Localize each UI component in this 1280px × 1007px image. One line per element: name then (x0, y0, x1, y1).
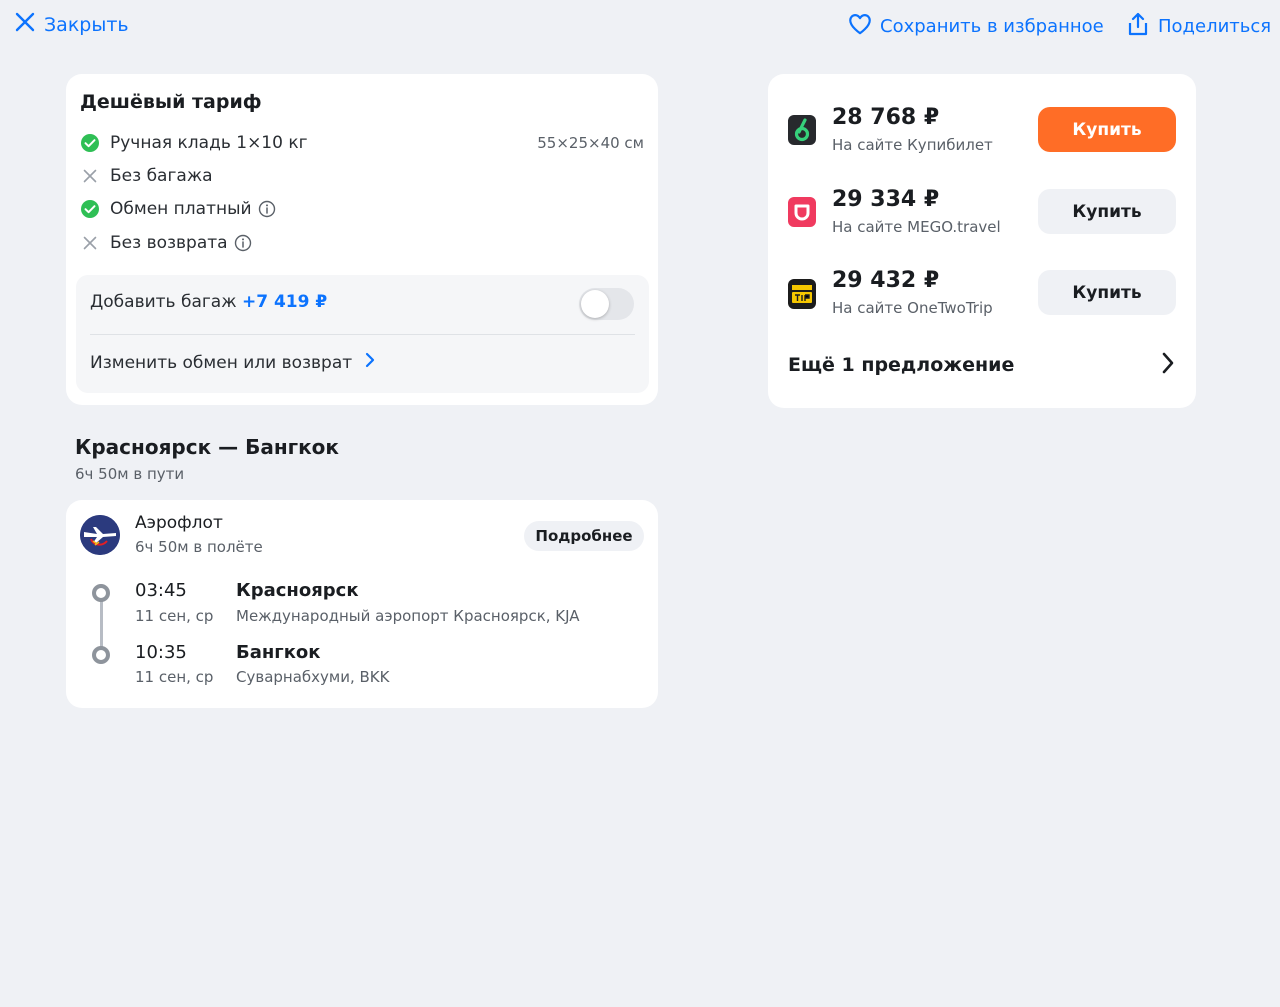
departure-time: 03:45 (135, 580, 187, 601)
departure-city: Красноярск (236, 580, 359, 601)
departure-dot (92, 584, 110, 602)
feature-no-baggage: Без багажа (80, 163, 644, 189)
change-exchange-refund-link[interactable]: Изменить обмен или возврат (90, 352, 376, 373)
route-duration: 6ч 50м в пути (75, 465, 185, 483)
add-baggage-row: Добавить багаж +7 419 ₽ (90, 292, 327, 312)
route-title: Красноярск — Бангкок (75, 435, 339, 459)
info-icon[interactable] (258, 200, 276, 218)
tariff-extras-panel: Добавить багаж +7 419 ₽ Изменить обмен и… (76, 275, 649, 393)
close-icon (14, 11, 36, 38)
offer-price: 28 768 ₽ (832, 105, 940, 130)
offer-site: На сайте OneTwoTrip (832, 299, 993, 317)
flight-duration: 6ч 50м в полёте (135, 538, 263, 556)
arrival-airport: Суварнабхуми, BKK (236, 668, 390, 686)
airline-name: Аэрофлот (135, 513, 223, 533)
departure-date: 11 сен, ср (135, 607, 214, 625)
onetwotrip-logo (788, 279, 816, 309)
share-icon (1126, 11, 1150, 42)
buy-button-mego[interactable]: Купить (1038, 189, 1176, 234)
arrival-date: 11 сен, ср (135, 668, 214, 686)
heart-icon (847, 11, 873, 42)
toggle-knob (581, 290, 609, 318)
offer-site: На сайте Купибилет (832, 136, 993, 154)
buy-button-onetwotrip[interactable]: Купить (1038, 270, 1176, 315)
luggage-dimensions: 55×25×40 см (537, 134, 644, 152)
flight-card: Аэрофлот 6ч 50м в полёте Подробнее 03:45… (66, 500, 658, 708)
share-label: Поделиться (1158, 16, 1272, 37)
offer-price: 29 334 ₽ (832, 187, 940, 212)
add-baggage-label: Добавить багаж (90, 292, 237, 312)
more-offers-label: Ещё 1 предложение (788, 354, 1015, 376)
kupibilet-logo (788, 115, 816, 145)
chevron-right-icon (1160, 351, 1176, 380)
feature-hand-luggage: Ручная кладь 1×10 кг 55×25×40 см (80, 130, 644, 156)
check-circle-icon (80, 133, 100, 153)
feature-label: Обмен платный (110, 199, 252, 219)
top-bar: Закрыть Сохранить в избранное Поделиться (0, 0, 1280, 50)
add-baggage-price: +7 419 ₽ (241, 292, 328, 312)
close-label: Закрыть (44, 13, 129, 36)
cross-icon (80, 233, 100, 253)
aeroflot-logo (80, 515, 120, 555)
more-offers-link[interactable]: Ещё 1 предложение (788, 350, 1176, 380)
divider (90, 334, 635, 335)
arrival-dot (92, 646, 110, 664)
arrival-time: 10:35 (135, 642, 187, 663)
feature-no-refund: Без возврата (80, 230, 644, 256)
add-baggage-toggle[interactable] (579, 288, 634, 320)
check-circle-icon (80, 199, 100, 219)
cross-icon (80, 166, 100, 186)
offer-site: На сайте MEGO.travel (832, 218, 1001, 236)
tariff-card: Дешёвый тариф Ручная кладь 1×10 кг 55×25… (66, 74, 658, 405)
offer-price: 29 432 ₽ (832, 268, 940, 293)
close-button[interactable]: Закрыть (14, 11, 129, 38)
info-icon[interactable] (234, 234, 252, 252)
change-exchange-refund-label: Изменить обмен или возврат (90, 352, 353, 373)
save-favorite-button[interactable]: Сохранить в избранное (847, 11, 1104, 42)
feature-label: Без багажа (110, 166, 213, 186)
feature-label: Без возврата (110, 233, 228, 253)
share-button[interactable]: Поделиться (1126, 11, 1271, 42)
mego-logo (788, 197, 816, 227)
feature-label: Ручная кладь 1×10 кг (110, 133, 308, 153)
offers-card: 28 768 ₽ На сайте Купибилет Купить 29 33… (768, 74, 1196, 408)
departure-airport: Международный аэропорт Красноярск, KJA (236, 607, 580, 625)
save-favorite-label: Сохранить в избранное (880, 16, 1104, 37)
chevron-right-icon (364, 352, 376, 373)
details-button[interactable]: Подробнее (524, 521, 644, 551)
tariff-title: Дешёвый тариф (80, 91, 262, 113)
arrival-city: Бангкок (236, 642, 321, 663)
buy-button-kupibilet[interactable]: Купить (1038, 107, 1176, 152)
feature-exchange-paid: Обмен платный (80, 196, 644, 222)
